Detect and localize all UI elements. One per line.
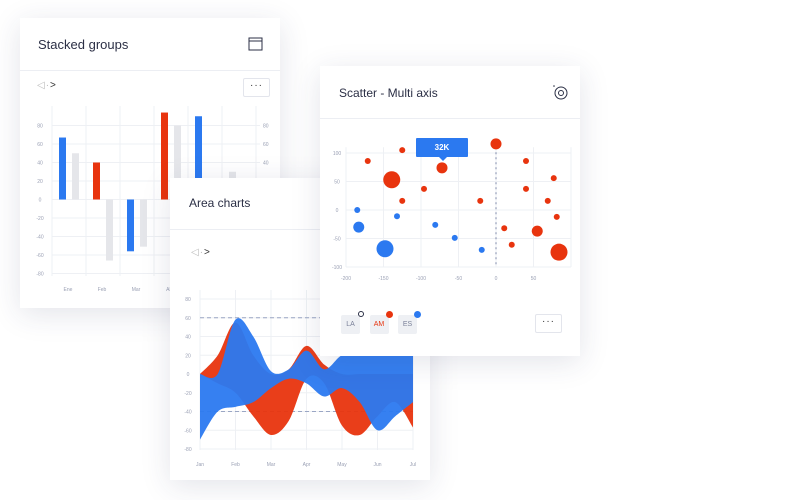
x-tick-label: -200 bbox=[341, 276, 351, 282]
x-tick-label: 50 bbox=[531, 276, 537, 282]
scatter-point-blue bbox=[353, 221, 365, 233]
scatter-point-blue bbox=[376, 240, 394, 258]
scatter-point-red bbox=[531, 225, 543, 237]
scatter-point-red bbox=[477, 197, 484, 204]
scatter-point-blue bbox=[354, 207, 361, 213]
y-tick-label: 100 bbox=[333, 151, 342, 157]
scatter-point-red bbox=[553, 213, 560, 220]
scatter-chart: 100 50 0 -50 -100 -200 -150 -100 -50 0 50 bbox=[332, 138, 572, 282]
scatter-point-blue bbox=[478, 246, 485, 253]
scatter-point-red bbox=[399, 147, 406, 154]
y-tick-label: -100 bbox=[332, 265, 342, 271]
x-tick-label: 0 bbox=[495, 276, 498, 282]
scatter-point-red bbox=[490, 138, 502, 150]
scatter-point-blue bbox=[451, 234, 458, 241]
scatter-point-red bbox=[364, 157, 371, 164]
scatter-point-red bbox=[421, 185, 427, 192]
scatter-point-red bbox=[508, 241, 515, 248]
scatter-point-red bbox=[523, 185, 529, 192]
scatter-point-red bbox=[523, 157, 529, 164]
scatter-point-red bbox=[436, 162, 448, 174]
scatter-point-red bbox=[550, 243, 568, 261]
y-tick-label: 0 bbox=[336, 208, 339, 214]
scatter-point-red bbox=[383, 171, 401, 189]
x-tick-label: -150 bbox=[378, 276, 388, 282]
tooltip: 32K bbox=[416, 138, 468, 161]
scatter-point-red bbox=[544, 197, 551, 204]
scatter-point-red bbox=[550, 175, 557, 182]
y-tick-label: -50 bbox=[333, 237, 340, 243]
scatter-point-red bbox=[399, 197, 406, 204]
x-tick-label: -50 bbox=[455, 276, 462, 282]
scatter-point-blue bbox=[394, 213, 400, 220]
scatter-point-red bbox=[501, 225, 508, 232]
scatter-point-blue bbox=[432, 221, 439, 228]
x-tick-label: -100 bbox=[416, 276, 426, 282]
y-tick-label: 50 bbox=[334, 180, 340, 186]
